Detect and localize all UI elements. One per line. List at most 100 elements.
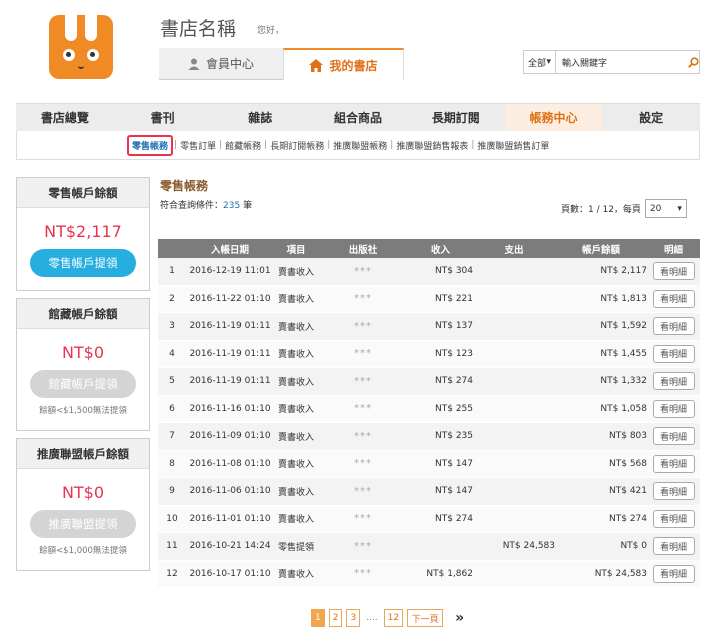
- pages-label: 頁數：1 / 12，每頁: [561, 205, 641, 215]
- search-input[interactable]: [556, 51, 688, 73]
- search-button[interactable]: [688, 51, 699, 73]
- row-balance: NT$ 1,813: [600, 293, 647, 304]
- view-detail-button[interactable]: 看明細: [652, 289, 695, 308]
- row-item: 賣書收入: [277, 377, 314, 388]
- row-publisher: ***: [354, 513, 372, 525]
- row-number: 9: [169, 486, 175, 497]
- row-number: 10: [166, 513, 178, 524]
- row-expense: NT$ 24,583: [502, 541, 555, 552]
- view-detail-button[interactable]: 看明細: [652, 482, 695, 501]
- subnav-retail-accounts[interactable]: 零售帳務: [127, 134, 174, 156]
- page-1[interactable]: 1: [311, 609, 325, 627]
- nav-magazines[interactable]: 雜誌: [211, 104, 309, 131]
- table-row: 1 2016-12-19 11:01 賣書收入 *** NT$ 304 NT$ 2,117…: [158, 258, 700, 286]
- table-body: 1 2016-12-19 11:01 賣書收入 *** NT$ 304 NT$ 2,117…: [158, 258, 700, 588]
- section-title: 零售帳務: [160, 179, 209, 193]
- row-number: 1: [169, 266, 175, 277]
- nav-accounting[interactable]: 帳務中心: [504, 104, 603, 131]
- accounts-table: 入帳日期 項目 出版社 收入 支出 帳戶餘額 明細 1 2016-12-19 11…: [158, 239, 700, 588]
- row-income: NT$ 147: [435, 486, 473, 497]
- row-detail-cell: 看明細: [647, 454, 700, 473]
- row-publisher: ***: [354, 320, 372, 332]
- col-date: 入帳日期: [210, 244, 249, 256]
- match-suffix: 筆: [240, 201, 253, 211]
- view-detail-button[interactable]: 看明細: [652, 372, 695, 391]
- tab-member-center[interactable]: 會員中心: [159, 48, 283, 80]
- row-number: 7: [169, 431, 175, 442]
- page-last[interactable]: 12: [383, 609, 404, 627]
- view-detail-button[interactable]: 看明細: [652, 537, 695, 556]
- table-row: 4 2016-11-19 01:11 賣書收入 *** NT$ 123 NT$ 1,455…: [158, 340, 700, 368]
- view-detail-button[interactable]: 看明細: [652, 427, 695, 446]
- subnav-subscription-accounts[interactable]: 長期訂閱帳務: [268, 139, 326, 152]
- store-name: 書店名稱: [160, 18, 237, 40]
- row-detail-cell: 看明細: [647, 427, 700, 446]
- card-amount: NT$0: [61, 343, 105, 362]
- per-page-select[interactable]: 20 ▾: [644, 199, 687, 218]
- nav-settings[interactable]: 設定: [602, 104, 700, 131]
- row-income: NT$ 274: [435, 376, 473, 387]
- row-number: 8: [169, 458, 175, 469]
- main-nav: 書店總覽 書刊 雜誌 組合商品 長期訂閱 帳務中心 設定: [16, 103, 700, 131]
- row-balance: NT$ 803: [609, 431, 647, 442]
- table-row: 3 2016-11-19 01:11 賣書收入 *** NT$ 137 NT$ 1,592…: [158, 313, 700, 341]
- view-detail-button[interactable]: 看明細: [652, 454, 695, 473]
- subnav-affiliate-accounts[interactable]: 推廣聯盟帳務: [331, 139, 389, 152]
- retail-balance-card: 零售帳戶餘額 NT$2,117 零售帳戶提領: [16, 177, 150, 291]
- row-balance: NT$ 274: [609, 513, 647, 524]
- col-no: [158, 239, 186, 258]
- row-publisher: ***: [354, 568, 372, 580]
- last-page-icon[interactable]: »: [455, 610, 464, 626]
- nav-books[interactable]: 書刊: [114, 104, 212, 131]
- collection-withdraw-button[interactable]: 館藏帳戶提領: [30, 370, 136, 398]
- subnav-affiliate-report[interactable]: 推廣聯盟銷售報表: [394, 139, 470, 152]
- view-detail-button[interactable]: 看明細: [652, 344, 695, 363]
- tab-my-store[interactable]: 我的書店: [283, 48, 404, 80]
- row-balance: NT$ 421: [609, 486, 647, 497]
- top-tabs: 會員中心 我的書店: [159, 48, 404, 80]
- row-balance: NT$ 1,058: [600, 403, 647, 414]
- row-income: NT$ 221: [435, 293, 473, 304]
- logo-eye: [87, 49, 99, 61]
- view-detail-button[interactable]: 看明細: [652, 262, 695, 281]
- page-info: 頁數：1 / 12，每頁 20 ▾: [561, 199, 687, 218]
- page-2[interactable]: 2: [328, 609, 343, 627]
- row-detail-cell: 看明細: [647, 537, 700, 556]
- view-detail-button[interactable]: 看明細: [652, 509, 695, 528]
- nav-overview[interactable]: 書店總覽: [16, 104, 114, 131]
- view-detail-button[interactable]: 看明細: [652, 317, 695, 336]
- table-row: 7 2016-11-09 01:10 賣書收入 *** NT$ 235 NT$ 803 看明…: [158, 423, 700, 451]
- affiliate-withdraw-button[interactable]: 推廣聯盟提領: [30, 510, 136, 538]
- nav-bundles[interactable]: 組合商品: [309, 104, 407, 131]
- caret-down-icon: ▾: [677, 203, 682, 214]
- search-scope-select[interactable]: 全部 ▾: [524, 51, 556, 73]
- page-3[interactable]: 3: [346, 609, 361, 627]
- subnav-affiliate-orders[interactable]: 推廣聯盟銷售訂單: [475, 139, 551, 152]
- table-row: 11 2016-10-21 14:24 零售提領 *** NT$ 24,583 NT$ 0…: [158, 533, 700, 561]
- row-date: 2016-10-21 14:24: [189, 541, 271, 552]
- row-date: 2016-11-01 01:10: [189, 513, 271, 524]
- affiliate-balance-card: 推廣聯盟帳戶餘額 NT$0 推廣聯盟提領 餘額<$1,000無法提領: [16, 438, 150, 571]
- match-prefix: 符合查詢條件：: [160, 201, 224, 211]
- view-detail-button[interactable]: 看明細: [652, 399, 695, 418]
- table-row: 6 2016-11-16 01:10 賣書收入 *** NT$ 255 NT$ 1,058…: [158, 395, 700, 423]
- view-detail-button[interactable]: 看明細: [652, 564, 695, 583]
- table-row: 10 2016-11-01 01:10 賣書收入 *** NT$ 274 NT$ 274 看…: [158, 505, 700, 533]
- store-logo[interactable]: [49, 15, 113, 79]
- row-number: 4: [169, 348, 175, 359]
- collection-balance-card: 館藏帳戶餘額 NT$0 館藏帳戶提領 餘額<$1,500無法提領: [16, 298, 150, 431]
- next-page-button[interactable]: 下一頁: [407, 609, 444, 627]
- col-income: 收入: [430, 244, 450, 256]
- row-number: 12: [166, 568, 178, 579]
- nav-subscriptions[interactable]: 長期訂閱: [407, 104, 505, 131]
- card-title: 推廣聯盟帳戶餘額: [17, 439, 149, 469]
- row-balance: NT$ 2,117: [600, 266, 647, 277]
- row-item: 賣書收入: [277, 322, 314, 333]
- row-income: NT$ 147: [435, 458, 473, 469]
- subnav-retail-orders[interactable]: 零售訂單: [178, 139, 218, 152]
- row-balance: NT$ 1,455: [600, 348, 647, 359]
- retail-withdraw-button[interactable]: 零售帳戶提領: [30, 249, 136, 277]
- row-detail-cell: 看明細: [647, 564, 700, 583]
- row-item: 賣書收入: [277, 350, 314, 361]
- subnav-collection-accounts[interactable]: 館藏帳務: [223, 139, 263, 152]
